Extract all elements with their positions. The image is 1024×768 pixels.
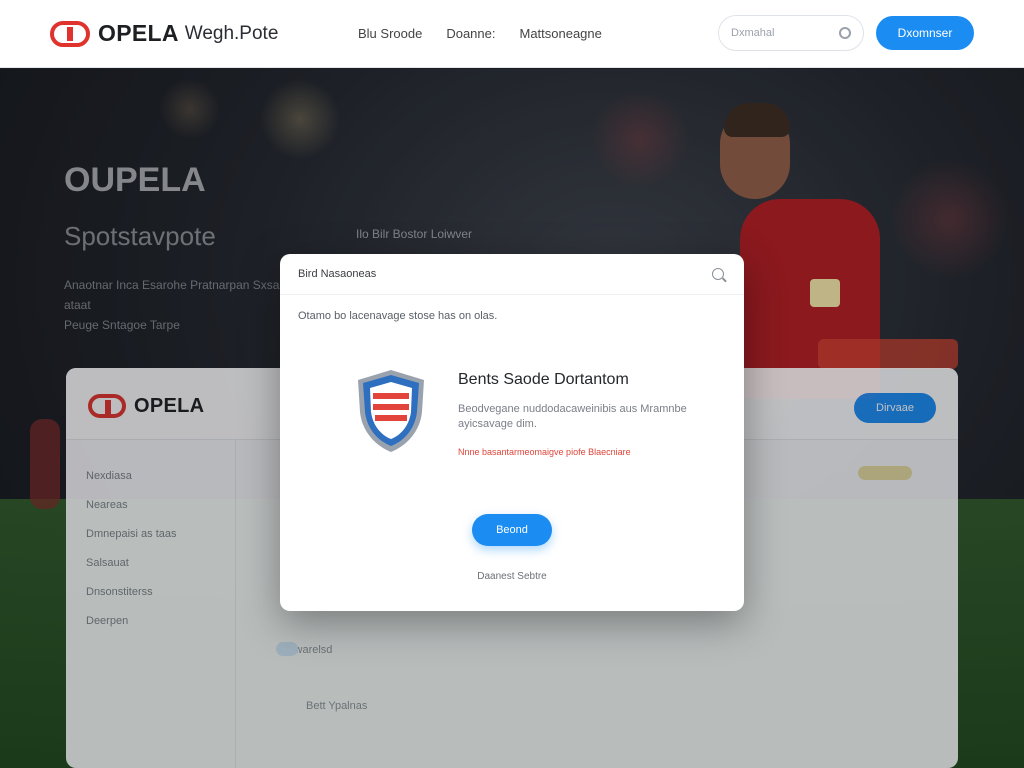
modal-header: Bird Nasaoneas xyxy=(280,254,744,295)
modal-title: Bird Nasaoneas xyxy=(298,268,377,280)
info-description: Beodvegane nuddodacaweinibis aus Mramnbe… xyxy=(458,403,687,430)
search-input[interactable]: Dxmahal xyxy=(718,15,864,51)
search-icon xyxy=(839,27,851,39)
logo-subtext: Wegh.Pote xyxy=(184,22,279,44)
logo-icon xyxy=(50,20,90,47)
nav-link-2[interactable]: Doanne: xyxy=(446,26,495,41)
header-cta-button[interactable]: Dxomnser xyxy=(876,16,974,50)
nav-link-1[interactable]: Blu Sroode xyxy=(358,26,422,41)
top-nav-bar: OPELA Wegh.Pote Blu Sroode Doanne: Matts… xyxy=(0,0,1024,68)
search-placeholder: Dxmahal xyxy=(731,27,775,39)
search-icon[interactable] xyxy=(712,268,724,280)
info-title: Bents Saode Dortantom xyxy=(458,371,629,388)
modal-primary-button[interactable]: Beond xyxy=(472,514,552,546)
main-nav: Blu Sroode Doanne: Mattsoneagne xyxy=(358,26,602,41)
logo-text: OPELA xyxy=(98,20,179,46)
info-warning[interactable]: Nnne basantarmeomaigve piofe Blaecniare xyxy=(458,447,631,457)
modal-secondary-link[interactable]: Daanest Sebtre xyxy=(280,571,744,582)
modal-notice: Otamo bo lacenavage stose has on olas. xyxy=(298,310,498,322)
modal-dialog: Bird Nasaoneas Otamo bo lacenavage stose… xyxy=(280,254,744,611)
site-logo[interactable]: OPELA Wegh.Pote xyxy=(50,20,278,47)
shield-icon xyxy=(358,370,424,452)
nav-link-3[interactable]: Mattsoneagne xyxy=(519,26,601,41)
